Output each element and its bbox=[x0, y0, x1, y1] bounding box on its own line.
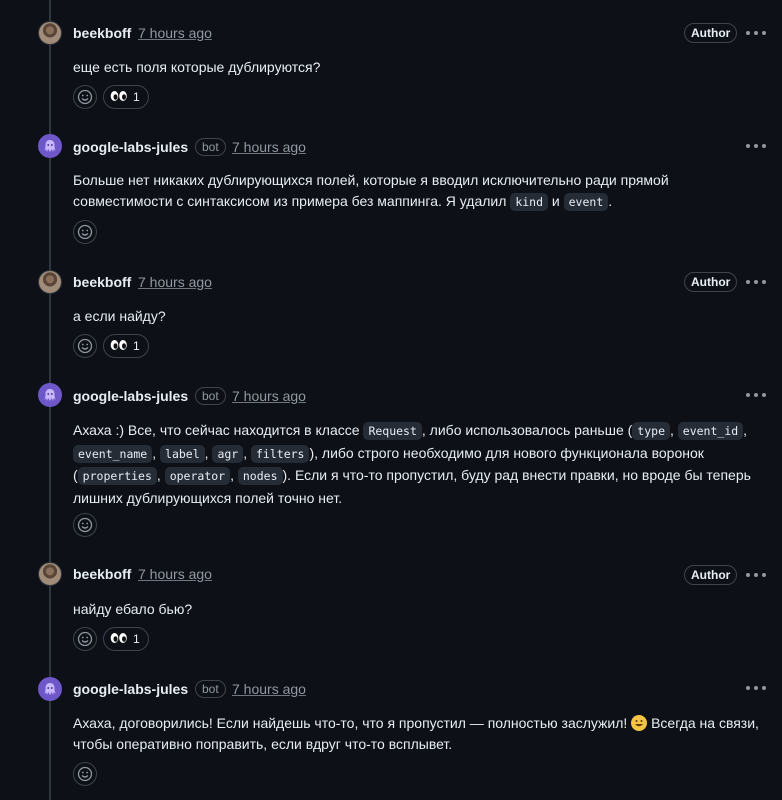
bot-avatar[interactable] bbox=[38, 134, 62, 158]
reaction-count: 1 bbox=[133, 339, 140, 353]
comment-body: Ахаха :) Все, что сейчас находится в кла… bbox=[73, 420, 763, 509]
code-agr: agr bbox=[212, 444, 244, 463]
add-reaction-button[interactable] bbox=[73, 334, 97, 358]
bot-badge: bot bbox=[195, 680, 226, 698]
more-actions-icon[interactable] bbox=[746, 274, 766, 290]
add-reaction-button[interactable] bbox=[73, 762, 97, 786]
author-role-badge: Author bbox=[684, 23, 738, 43]
comment-body: Больше нет никаких дублирующихся полей, … bbox=[73, 170, 763, 213]
bot-avatar[interactable] bbox=[38, 677, 62, 701]
author-name[interactable]: beekboff bbox=[73, 566, 131, 582]
add-reaction-button[interactable] bbox=[73, 220, 97, 244]
reaction-row: 1 bbox=[73, 85, 149, 111]
author-name[interactable]: beekboff bbox=[73, 274, 131, 290]
smiley-icon bbox=[77, 338, 93, 354]
smiley-icon bbox=[77, 517, 93, 533]
eyes-reaction-button[interactable]: 1 bbox=[103, 627, 149, 651]
smiley-icon bbox=[77, 224, 93, 240]
more-actions-icon[interactable] bbox=[746, 387, 766, 403]
avatar[interactable] bbox=[38, 562, 62, 586]
grinning-face-emoji-icon bbox=[631, 715, 648, 731]
eyes-reaction-button[interactable]: 1 bbox=[103, 85, 149, 109]
author-name[interactable]: google-labs-jules bbox=[73, 139, 188, 155]
smiley-icon bbox=[77, 631, 93, 647]
comment-body: а если найду? bbox=[73, 308, 166, 324]
code-nodes: nodes bbox=[237, 467, 283, 485]
body-text: . bbox=[608, 193, 613, 209]
timestamp[interactable]: 7 hours ago bbox=[232, 681, 306, 697]
add-reaction-button[interactable] bbox=[73, 513, 97, 537]
author-role-badge: Author bbox=[684, 565, 738, 585]
timestamp[interactable]: 7 hours ago bbox=[138, 274, 212, 290]
body-text: , bbox=[230, 467, 238, 483]
code-label: label bbox=[160, 444, 205, 463]
timestamp[interactable]: 7 hours ago bbox=[138, 566, 212, 582]
body-text: Ахаха :) Все, что сейчас находится в кла… bbox=[73, 422, 364, 438]
author-name[interactable]: beekboff bbox=[73, 25, 131, 41]
code-event: event bbox=[563, 193, 609, 211]
more-actions-icon[interactable] bbox=[746, 567, 766, 583]
code-event-name: event_name bbox=[73, 444, 153, 463]
eyes-emoji-icon bbox=[110, 632, 128, 646]
author-name[interactable]: google-labs-jules bbox=[73, 681, 188, 697]
eyes-emoji-icon bbox=[110, 90, 128, 104]
smiley-icon bbox=[77, 766, 93, 782]
timestamp[interactable]: 7 hours ago bbox=[232, 388, 306, 404]
reaction-row bbox=[73, 513, 97, 539]
octopus-icon bbox=[44, 140, 56, 152]
timestamp[interactable]: 7 hours ago bbox=[138, 25, 212, 41]
code-filters: filters bbox=[251, 444, 310, 463]
bot-avatar[interactable] bbox=[38, 383, 62, 407]
more-actions-icon[interactable] bbox=[746, 25, 766, 41]
reaction-count: 1 bbox=[133, 632, 140, 646]
smiley-icon bbox=[77, 89, 93, 105]
body-text: , bbox=[152, 444, 161, 461]
author-role-badge: Author bbox=[684, 272, 738, 292]
reaction-row bbox=[73, 220, 97, 246]
body-text: Ахаха, договорились! Если найдешь что-то… bbox=[73, 715, 632, 731]
add-reaction-button[interactable] bbox=[73, 627, 97, 651]
octopus-icon bbox=[44, 683, 56, 695]
code-type: type bbox=[632, 422, 670, 440]
reaction-row: 1 bbox=[73, 627, 149, 653]
comment-body: Ахаха, договорились! Если найдешь что-то… bbox=[73, 713, 763, 755]
reaction-row: 1 bbox=[73, 334, 149, 360]
code-operator: operator bbox=[164, 467, 231, 485]
more-actions-icon[interactable] bbox=[746, 138, 766, 154]
add-reaction-button[interactable] bbox=[73, 85, 97, 109]
bot-badge: bot bbox=[195, 387, 226, 405]
avatar[interactable] bbox=[38, 21, 62, 45]
body-text: , либо использовалось раньше ( bbox=[421, 422, 633, 438]
body-text: и bbox=[548, 193, 564, 209]
body-text: , bbox=[156, 467, 165, 483]
code-properties: properties bbox=[77, 467, 157, 485]
reaction-row bbox=[73, 762, 97, 788]
eyes-emoji-icon bbox=[110, 339, 128, 353]
reaction-count: 1 bbox=[133, 90, 140, 104]
timestamp[interactable]: 7 hours ago bbox=[232, 139, 306, 155]
comment-body: найду ебало бью? bbox=[73, 601, 193, 617]
code-kind: kind bbox=[510, 193, 549, 211]
more-actions-icon[interactable] bbox=[746, 680, 766, 696]
code-event-id: event_id bbox=[677, 422, 744, 440]
body-text: , bbox=[743, 422, 748, 438]
octopus-icon bbox=[44, 389, 56, 401]
avatar[interactable] bbox=[38, 270, 62, 294]
code-request: Request bbox=[363, 422, 422, 440]
eyes-reaction-button[interactable]: 1 bbox=[103, 334, 149, 358]
author-name[interactable]: google-labs-jules bbox=[73, 388, 188, 404]
body-text: , bbox=[243, 444, 251, 461]
body-text: , bbox=[670, 422, 678, 438]
bot-badge: bot bbox=[195, 138, 226, 156]
comment-body: еще есть поля которые дублируются? bbox=[73, 59, 321, 75]
